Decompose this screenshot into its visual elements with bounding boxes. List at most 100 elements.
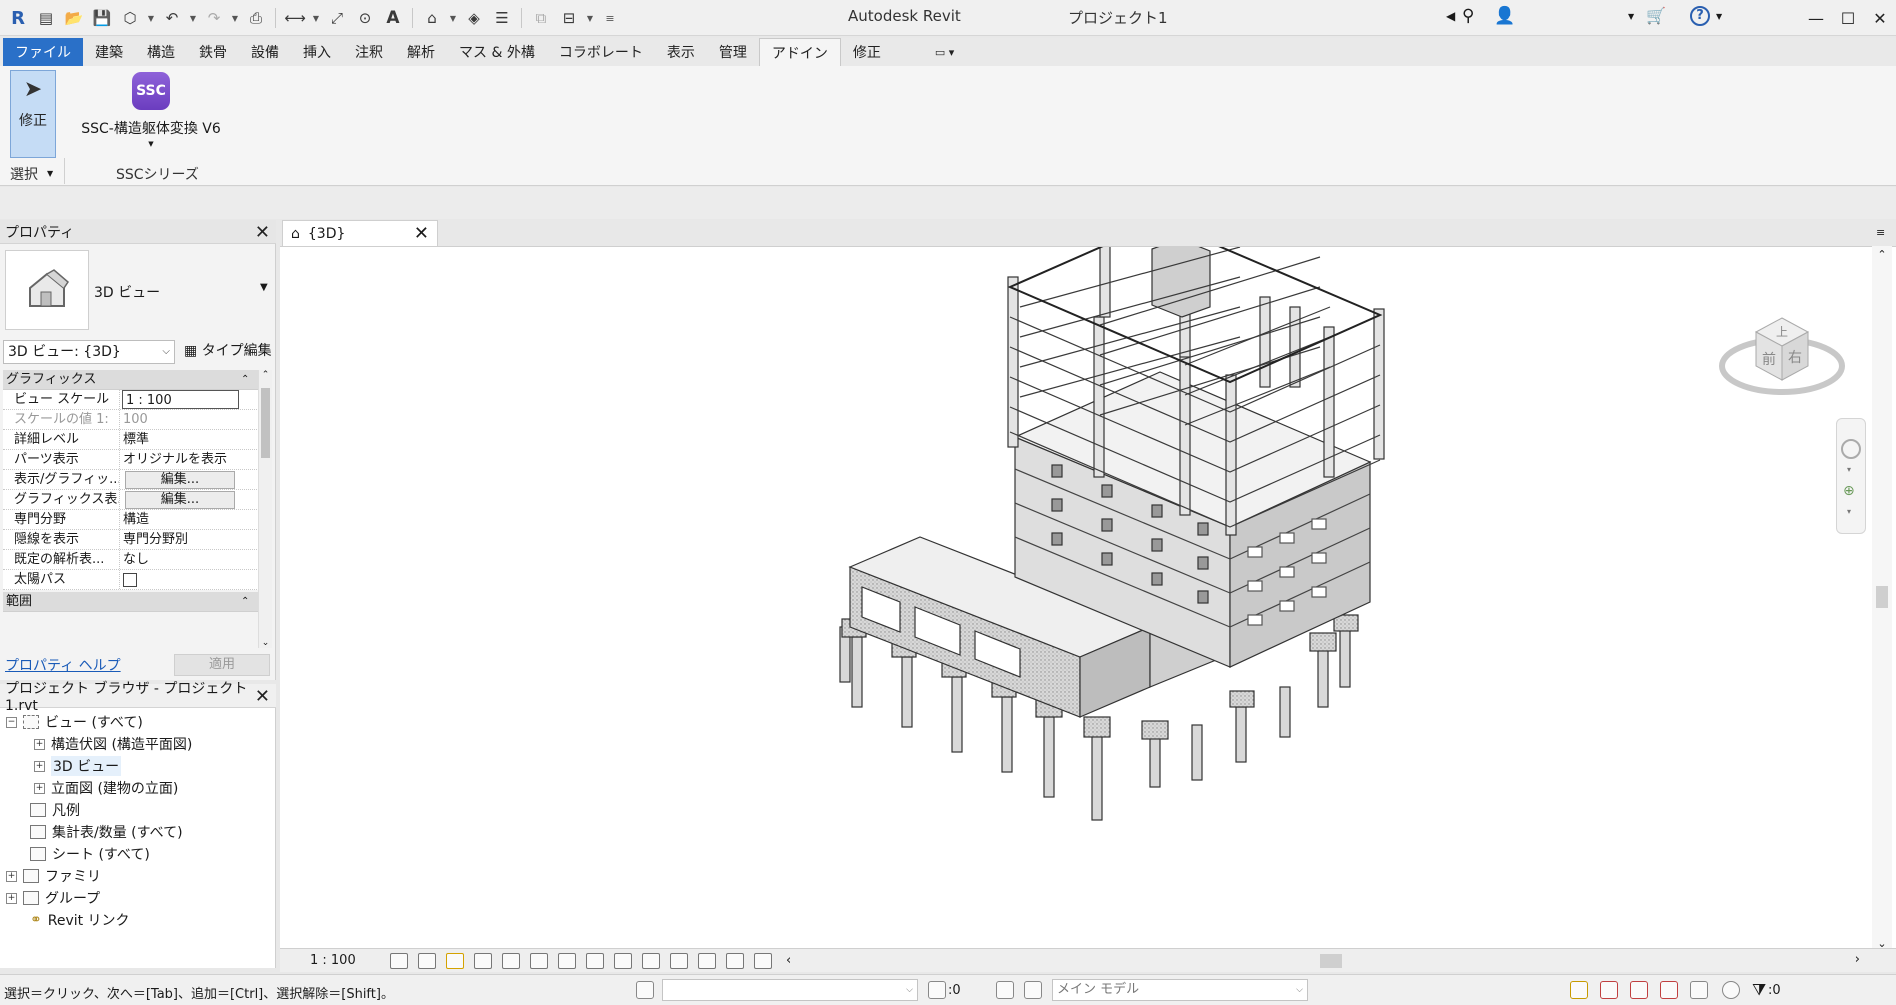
- chevron-up-icon[interactable]: ⌃: [259, 370, 272, 380]
- design-option-selector[interactable]: メイン モデル ⌵: [1052, 979, 1308, 1001]
- design-options-icon[interactable]: [996, 981, 1014, 999]
- section-extents[interactable]: 範囲 ⌃: [3, 592, 271, 612]
- chevron-down-icon[interactable]: ▼: [260, 282, 268, 293]
- tree-node-structural-plans[interactable]: + 構造伏図 (構造平面図): [34, 734, 192, 754]
- customize-toolbar-icon[interactable]: ≡: [605, 12, 615, 25]
- chevron-down-icon[interactable]: ▼: [230, 14, 240, 23]
- expand-icon[interactable]: +: [6, 892, 17, 904]
- open-icon[interactable]: 📂: [62, 6, 86, 30]
- expand-icon[interactable]: +: [34, 760, 45, 772]
- view-scale-display[interactable]: 1 : 100: [310, 953, 390, 968]
- view-tab-menu-icon[interactable]: ≡: [1876, 226, 1885, 239]
- 3d-viewport[interactable]: [280, 219, 1896, 952]
- view-tab-3d[interactable]: ⌂ {3D} ✕: [282, 220, 438, 246]
- close-icon[interactable]: ✕: [255, 686, 270, 707]
- ssc-converter-button[interactable]: SSC SSC-構造躯体変換 V6 ▼: [78, 70, 224, 158]
- vertical-scrollbar[interactable]: ⌃ ⌄: [1872, 246, 1892, 952]
- cube-face-front[interactable]: 前: [1762, 351, 1776, 368]
- print-icon[interactable]: ⎙: [244, 6, 268, 30]
- text-icon[interactable]: A: [381, 6, 405, 30]
- render-icon[interactable]: [502, 952, 520, 969]
- reveal-hidden-icon[interactable]: [642, 952, 660, 969]
- building-model[interactable]: [280, 219, 1870, 949]
- aligned-dimension-icon[interactable]: ⤢: [325, 6, 349, 30]
- tab-insert[interactable]: 挿入: [291, 38, 343, 66]
- tree-node-views[interactable]: − ビュー (すべて): [6, 712, 143, 732]
- background-processes-icon[interactable]: [1722, 981, 1740, 999]
- binoculars-icon[interactable]: ⚲: [1462, 6, 1474, 26]
- chevron-right-icon[interactable]: ›: [1855, 952, 1860, 967]
- tree-node-legends[interactable]: 凡例: [30, 800, 80, 820]
- tab-massing-site[interactable]: マス & 外構: [447, 38, 547, 66]
- tag-icon[interactable]: ⊙: [353, 6, 377, 30]
- chevron-down-icon[interactable]: ▾: [1847, 507, 1851, 516]
- sun-path-icon[interactable]: [446, 952, 464, 969]
- show-crop-region-icon[interactable]: [558, 952, 576, 969]
- tree-node-revit-links[interactable]: ⚭ Revit リンク: [30, 910, 130, 930]
- chevron-down-icon[interactable]: ▼: [148, 140, 153, 148]
- expand-icon[interactable]: +: [34, 738, 45, 750]
- temporary-view-properties-icon[interactable]: [698, 952, 716, 969]
- workset-icon[interactable]: [636, 981, 654, 999]
- editable-only-icon[interactable]: [928, 981, 946, 999]
- parts-visibility-value[interactable]: オリジナルを表示: [120, 450, 237, 469]
- close-hidden-windows-icon[interactable]: ⧉: [529, 6, 553, 30]
- view-cube[interactable]: 上 前 右: [1718, 296, 1846, 406]
- detail-level-value[interactable]: 標準: [120, 430, 237, 449]
- view-instance-selector[interactable]: 3D ビュー: {3D} ⌵: [3, 340, 175, 364]
- select-panel-label[interactable]: 選択: [10, 164, 38, 184]
- minimize-icon[interactable]: —: [1800, 0, 1832, 36]
- sun-path-checkbox[interactable]: [123, 573, 137, 587]
- chevron-down-icon[interactable]: ▾: [1847, 465, 1851, 474]
- highlight-displacement-icon[interactable]: [754, 952, 772, 969]
- redo-icon[interactable]: ↷: [202, 6, 226, 30]
- tab-manage[interactable]: 管理: [707, 38, 759, 66]
- user-icon[interactable]: 👤: [1494, 6, 1515, 26]
- default-3d-view-icon[interactable]: ⌂: [420, 6, 444, 30]
- show-analytical-model-icon[interactable]: [726, 952, 744, 969]
- close-icon[interactable]: ✕: [255, 222, 270, 243]
- section-graphics[interactable]: グラフィックス ⌃: [3, 370, 271, 390]
- tree-node-schedules[interactable]: 集計表/数量 (すべて): [30, 822, 183, 842]
- worksharing-display-icon[interactable]: [670, 952, 688, 969]
- select-links-icon[interactable]: [1570, 981, 1588, 999]
- save-icon[interactable]: 💾: [90, 6, 114, 30]
- tab-file[interactable]: ファイル: [3, 38, 83, 66]
- tab-modify[interactable]: 修正: [841, 38, 893, 66]
- tab-addins[interactable]: アドイン: [758, 38, 841, 66]
- undo-icon[interactable]: ↶: [160, 6, 184, 30]
- edit-type-button[interactable]: ▦ タイプ編集: [180, 340, 272, 364]
- visual-style-icon[interactable]: [418, 952, 436, 969]
- chevron-down-icon[interactable]: ⌄: [259, 638, 272, 648]
- exclude-options-icon[interactable]: [1024, 981, 1042, 999]
- chevron-down-icon[interactable]: ▼: [146, 14, 156, 23]
- tab-view[interactable]: 表示: [655, 38, 707, 66]
- properties-help-link[interactable]: プロパティ ヘルプ: [5, 655, 121, 675]
- vg-overrides-edit-button[interactable]: 編集...: [125, 470, 235, 489]
- tree-node-3d-views[interactable]: + 3D ビュー: [34, 756, 122, 776]
- tree-node-sheets[interactable]: シート (すべて): [30, 844, 150, 864]
- properties-scrollbar[interactable]: ⌃ ⌄: [258, 370, 272, 648]
- tree-node-families[interactable]: + ファミリ: [6, 866, 101, 886]
- maximize-icon[interactable]: ☐: [1832, 0, 1864, 36]
- section-icon[interactable]: ◈: [462, 6, 486, 30]
- select-underlay-icon[interactable]: [1600, 981, 1618, 999]
- tree-node-groups[interactable]: + グループ: [6, 888, 100, 908]
- collapse-icon[interactable]: ⌃: [241, 592, 249, 612]
- ribbon-display-toggle[interactable]: ▭ ▾: [923, 38, 966, 66]
- revit-logo-icon[interactable]: R: [6, 6, 30, 30]
- filter-icon[interactable]: ⧩: [1752, 980, 1766, 1000]
- cart-icon[interactable]: 🛒: [1646, 6, 1666, 25]
- chevron-down-icon[interactable]: ▼: [47, 169, 53, 178]
- home-icon[interactable]: ▤: [34, 6, 58, 30]
- cube-face-right[interactable]: 右: [1788, 350, 1802, 366]
- modify-button[interactable]: ➤ 修正: [10, 70, 56, 158]
- crop-view-icon[interactable]: [530, 952, 548, 969]
- sync-icon[interactable]: ⬡: [118, 6, 142, 30]
- cube-face-top[interactable]: 上: [1776, 325, 1788, 339]
- measure-icon[interactable]: ⟷: [283, 6, 307, 30]
- type-selector[interactable]: 3D ビュー: [94, 282, 160, 302]
- view-scale-field[interactable]: 1 : 100: [122, 390, 239, 409]
- analysis-display-value[interactable]: なし: [120, 550, 237, 569]
- thin-lines-icon[interactable]: ☰: [490, 6, 514, 30]
